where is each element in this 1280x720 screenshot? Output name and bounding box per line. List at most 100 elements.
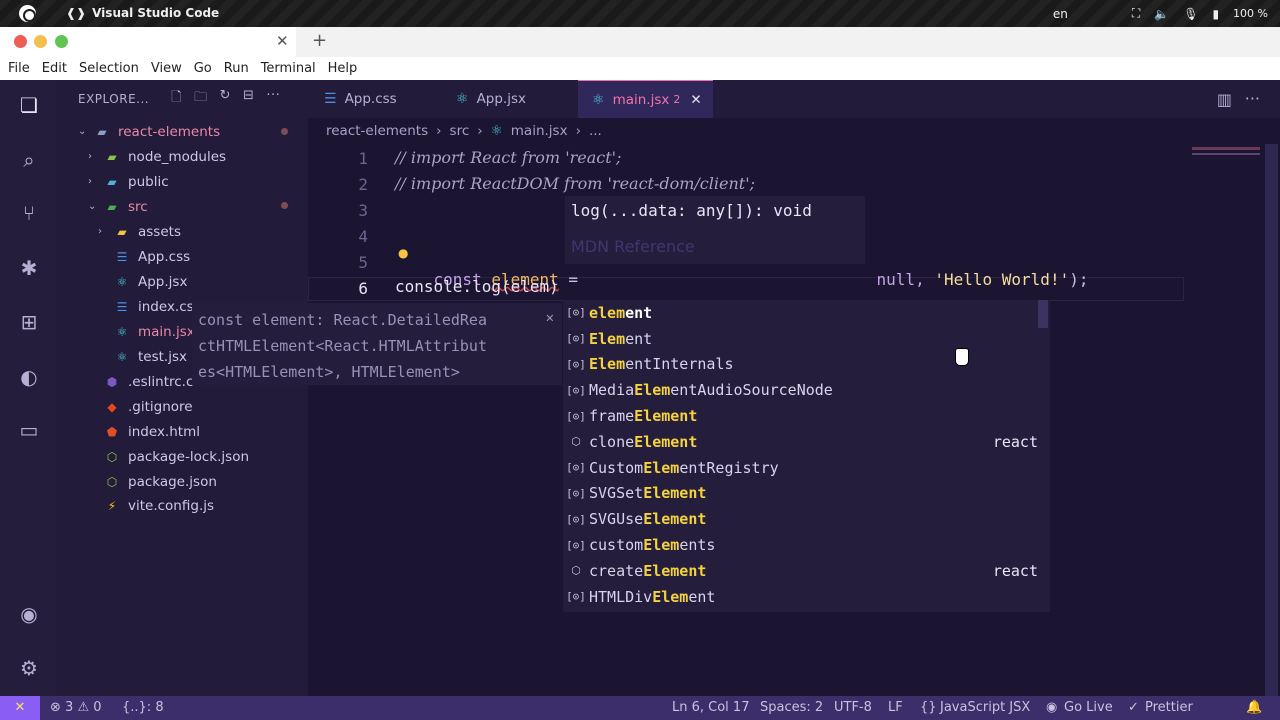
search-icon[interactable]: ⌕ [16, 147, 42, 173]
keyword-null: null, [876, 270, 925, 289]
extensions-icon[interactable]: ⊞ [16, 309, 42, 335]
suggestion-item[interactable]: ⬡ createElement react [563, 558, 1050, 584]
volume-icon[interactable]: 🔈 [1154, 7, 1169, 21]
tab-app-css[interactable]: ☰ App.css [308, 80, 444, 118]
source-control-icon[interactable]: ⑂ [16, 200, 42, 226]
tree-item-node-modules[interactable]: › ▰ node_modules [56, 144, 308, 169]
cursor-position[interactable]: Ln 6, Col 17 [672, 700, 749, 715]
error-icon: ⊗ [50, 700, 61, 715]
microphone-icon[interactable]: 🎙 [1183, 7, 1198, 21]
tree-item-package-lock[interactable]: ⬡ package-lock.json [56, 444, 308, 469]
minimize-window-icon[interactable] [34, 35, 47, 48]
tree-root[interactable]: ⌄ ▰ react-elements [56, 119, 308, 144]
menu-selection[interactable]: Selection [79, 61, 139, 76]
prettier-button[interactable]: Prettier [1145, 700, 1193, 715]
tree-item-package-json[interactable]: ⬡ package.json [56, 469, 308, 494]
language-indicator[interactable]: en [1053, 7, 1068, 21]
breadcrumb-item[interactable]: src [450, 123, 470, 139]
nodejs-file-icon: ⬡ [106, 449, 118, 464]
settings-gear-icon[interactable]: ⚙ [16, 655, 42, 681]
collapse-all-icon[interactable]: ⊟ [243, 88, 254, 110]
refresh-icon[interactable]: ↻ [220, 88, 231, 110]
lightbulb-icon[interactable]: ● [398, 246, 408, 260]
tree-item-index-html[interactable]: ⬟ index.html [56, 419, 308, 444]
explorer-icon[interactable]: ❏ [16, 92, 42, 118]
tab-main-jsx[interactable]: ⚛ main.jsx 2 ✕ [578, 80, 713, 118]
split-editor-icon[interactable]: ▥ [1217, 90, 1232, 109]
suggestion-item[interactable]: [⊙] Element [563, 326, 1050, 352]
account-icon[interactable]: ◉ [16, 601, 42, 627]
close-tab-icon[interactable]: ✕ [276, 32, 289, 50]
suggestion-item[interactable]: [⊙] MediaElementAudioSourceNode [563, 377, 1050, 403]
app-menu[interactable]: ❰❱ Visual Studio Code [66, 6, 219, 20]
network-icon[interactable]: ⛶ [1132, 6, 1140, 21]
end-of-line[interactable]: LF [888, 700, 903, 715]
tree-item-assets[interactable]: › ▰ assets [56, 219, 308, 244]
menu-view[interactable]: View [151, 61, 182, 76]
language-mode[interactable]: JavaScript JSX [940, 700, 1030, 715]
live-share-icon[interactable]: ◐ [16, 364, 42, 390]
label-prefix: SVGUse [589, 510, 644, 529]
mdn-reference-link[interactable]: MDN Reference [571, 237, 859, 256]
menu-run[interactable]: Run [224, 61, 249, 76]
encoding[interactable]: UTF-8 [834, 700, 872, 715]
suggestion-item[interactable]: [⊙] frameElement [563, 403, 1050, 429]
suggestion-item[interactable]: [⊙] customElements [563, 532, 1050, 558]
suggestion-item[interactable]: [⊙] SVGSetElement [563, 481, 1050, 507]
breadcrumb-item[interactable]: ... [589, 123, 602, 139]
suggestion-item[interactable]: [⊙] CustomElementRegistry [563, 455, 1050, 481]
tree-item-label: App.jsx [138, 273, 188, 290]
menu-go[interactable]: Go [194, 61, 212, 76]
tree-item-vite-config[interactable]: ⚡ vite.config.js [56, 493, 308, 518]
suggestion-item[interactable]: ⬡ cloneElement react [563, 429, 1050, 455]
notifications-bell-icon[interactable]: 🔔 [1246, 700, 1262, 715]
module-icon: ⬡ [571, 564, 581, 578]
css-file-icon: ☰ [116, 299, 128, 314]
close-tab-icon[interactable]: ✕ [690, 92, 701, 108]
vscode-icon: ❰❱ [66, 6, 87, 20]
vite-file-icon: ⚡ [107, 498, 117, 513]
label-suffix: entAudioSourceNode [670, 381, 833, 400]
breadcrumb-item[interactable]: react-elements [326, 123, 428, 139]
tree-item-src[interactable]: ⌄ ▰ src [56, 194, 308, 219]
remote-indicator-icon[interactable]: ✕ [0, 696, 40, 720]
remote-explorer-icon[interactable]: ▭ [16, 417, 42, 443]
suggestion-item[interactable]: [⊙] HTMLDivElement [563, 584, 1050, 610]
menu-terminal[interactable]: Terminal [261, 61, 316, 76]
eslint-file-icon: ⬢ [106, 374, 118, 389]
variable-icon: [⊙] [566, 306, 586, 320]
suggestion-label: cloneElement [589, 433, 697, 451]
menu-help[interactable]: Help [328, 61, 358, 76]
new-folder-icon[interactable]: 🗀 [194, 88, 208, 110]
suggestion-label: HTMLDivElement [589, 588, 715, 606]
new-file-icon[interactable]: 🗋 [171, 88, 182, 110]
new-tab-icon[interactable]: + [312, 30, 327, 51]
suggestion-item[interactable]: [⊙] element [563, 300, 1050, 326]
suggestion-item[interactable]: [⊙] SVGUseElement [563, 506, 1050, 532]
selection-info[interactable]: {..}: 8 [122, 700, 164, 715]
tree-item-label: index.cs [138, 298, 194, 315]
more-actions-icon[interactable]: ··· [1245, 89, 1260, 108]
tab-app-jsx[interactable]: ⚛ App.jsx [444, 80, 578, 118]
breadcrumb-item[interactable]: main.jsx [511, 123, 568, 139]
more-actions-icon[interactable]: ··· [266, 88, 280, 110]
run-debug-icon[interactable]: ✱ [16, 255, 42, 281]
problems-indicator[interactable]: ⊗ 3 ⚠ 0 [50, 700, 102, 715]
indentation[interactable]: Spaces: 2 [760, 700, 823, 715]
maximize-window-icon[interactable] [55, 35, 68, 48]
battery-icon[interactable]: ▮ [1212, 7, 1219, 21]
check-icon: ✓ [1128, 700, 1139, 715]
suggestion-item[interactable]: [⊙] ElementInternals [563, 352, 1050, 378]
close-icon[interactable]: ✕ [546, 305, 554, 331]
react-file-icon: ⚛ [592, 91, 605, 108]
tree-item-app-jsx[interactable]: ⚛ App.jsx [56, 269, 308, 294]
close-window-icon[interactable] [14, 35, 27, 48]
tree-item-gitignore[interactable]: ◆ .gitignore [56, 394, 308, 419]
menu-edit[interactable]: Edit [42, 61, 67, 76]
tree-item-app-css[interactable]: ☰ App.css [56, 244, 308, 269]
go-live-button[interactable]: Go Live [1064, 700, 1113, 715]
ubuntu-logo-icon[interactable] [19, 5, 36, 22]
tree-item-public[interactable]: › ▰ public [56, 169, 308, 194]
menu-file[interactable]: File [8, 61, 30, 76]
editor-scrollbar[interactable] [1265, 144, 1278, 696]
